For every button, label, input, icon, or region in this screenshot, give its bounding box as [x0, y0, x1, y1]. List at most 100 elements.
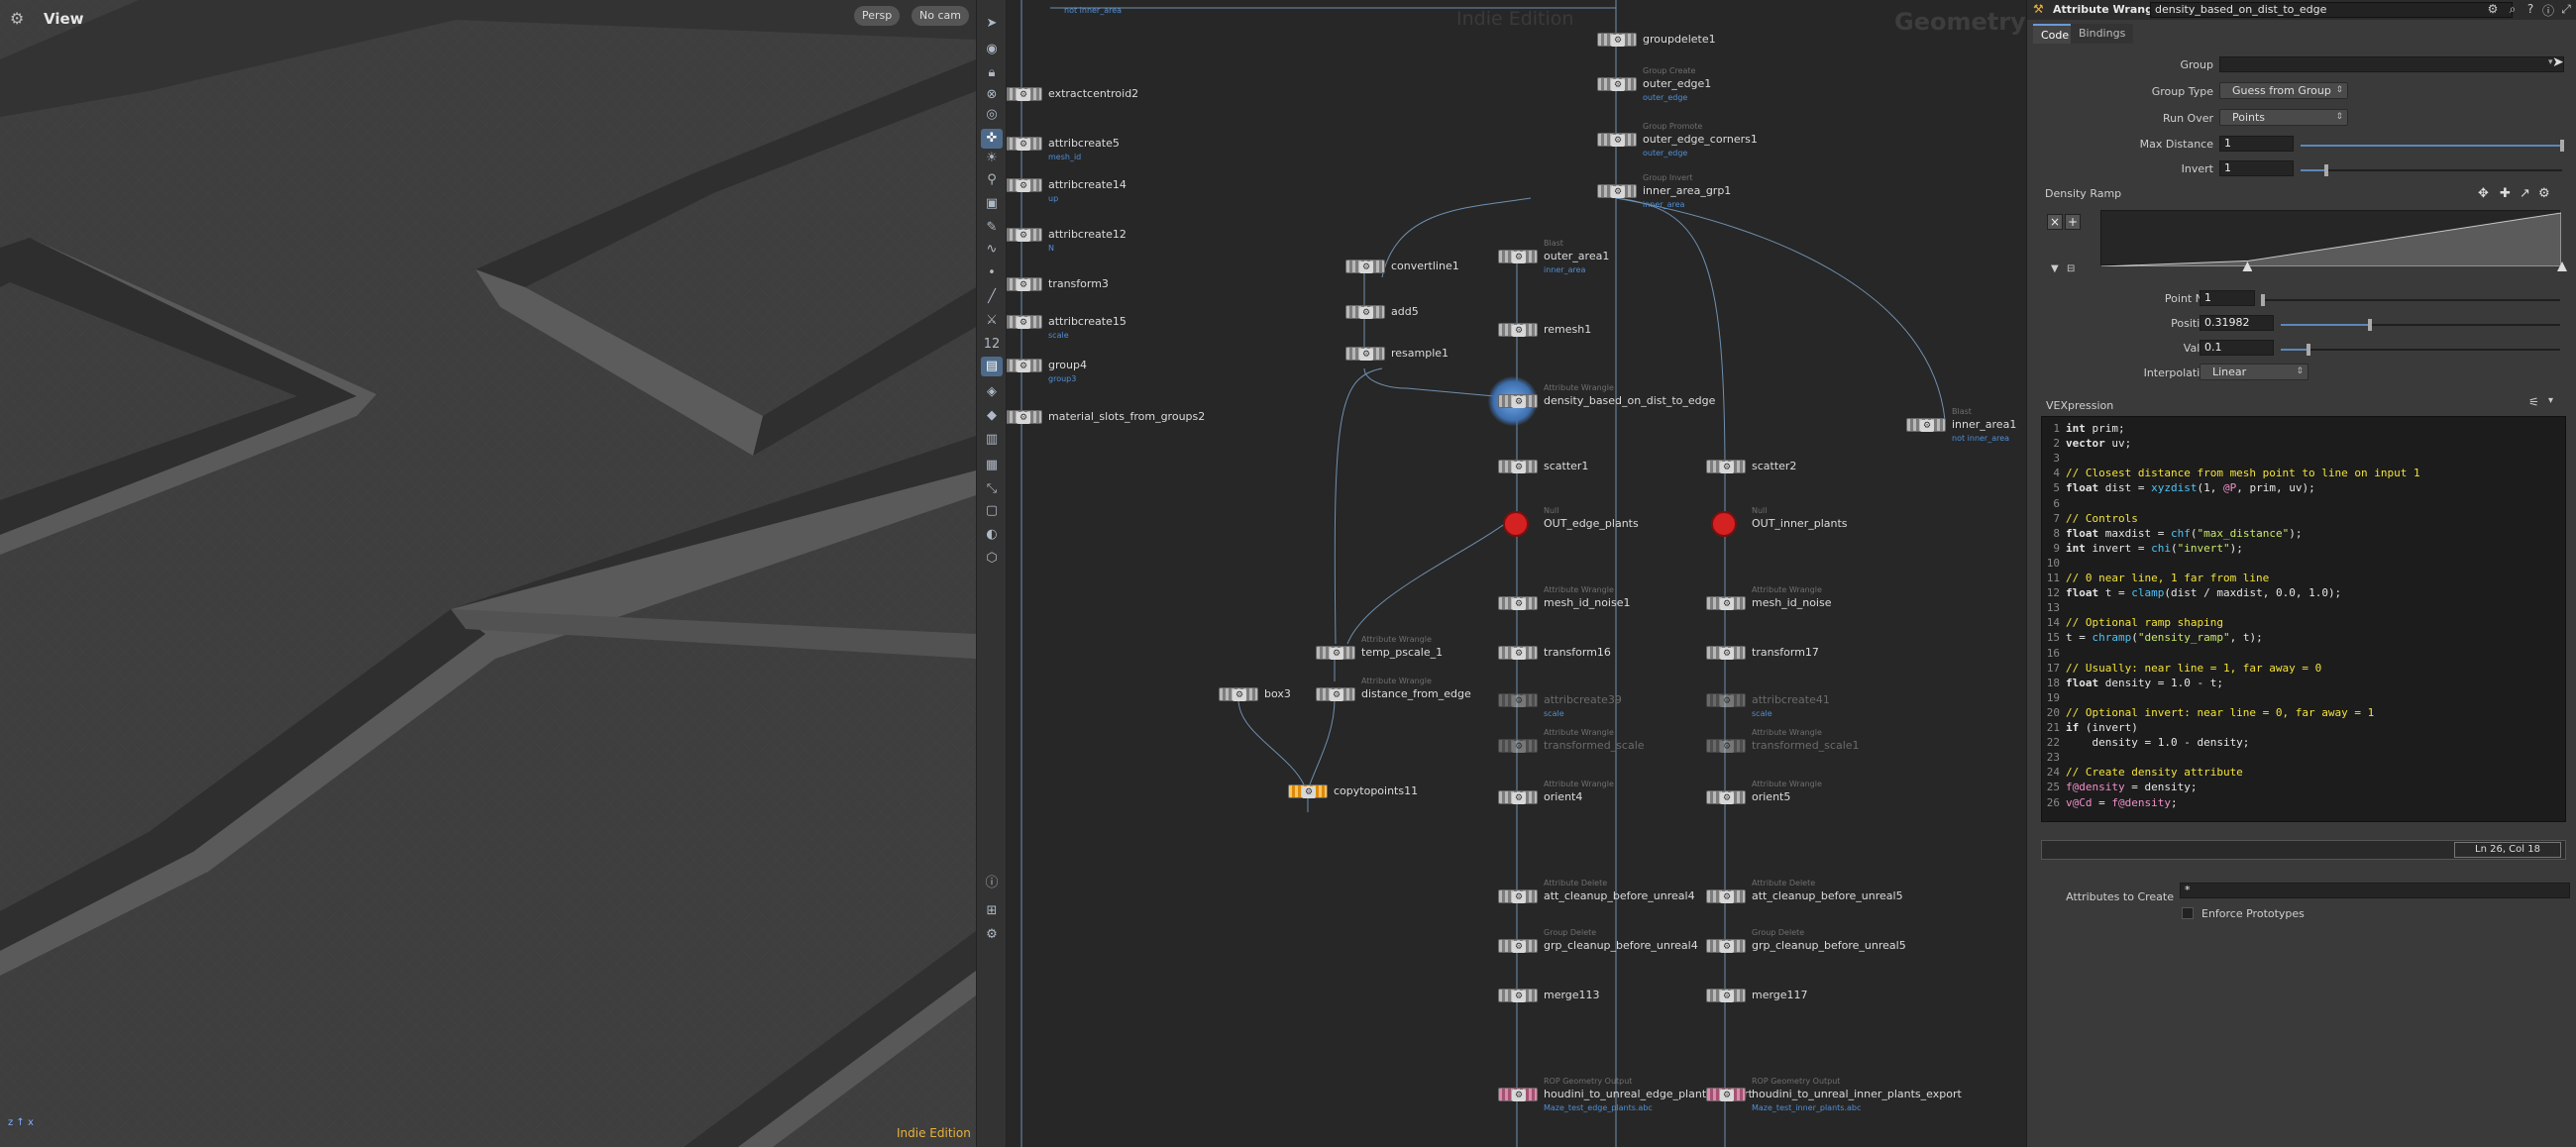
code-line[interactable]: 23: [2042, 750, 2565, 765]
select-icon[interactable]: ➤: [981, 14, 1003, 34]
node-body[interactable]: ⚙: [1345, 305, 1385, 319]
node-body[interactable]: ⚙: [1007, 137, 1042, 151]
attributes-to-create-field[interactable]: *: [2180, 883, 2570, 898]
ramp-link-icon[interactable]: ⊟: [2067, 263, 2075, 274]
light-icon[interactable]: ☀: [981, 149, 1003, 168]
node-body[interactable]: ⚙: [1007, 315, 1042, 329]
position-slider[interactable]: [2281, 319, 2560, 331]
code-line[interactable]: 18 float density = 1.0 - t;: [2042, 676, 2565, 690]
node-body[interactable]: ⚙: [1498, 939, 1538, 953]
path-icon[interactable]: ⤡: [981, 479, 1003, 499]
pivot-icon[interactable]: ✜: [981, 129, 1003, 149]
code-line[interactable]: 12 float t = clamp(dist / maxdist, 0.0, 1…: [2042, 585, 2565, 600]
network-editor[interactable]: Indie Edition Geometry not inner_area ⚙ e…: [1007, 0, 2026, 1147]
code-line[interactable]: 25 f@density = density;: [2042, 780, 2565, 794]
code-line[interactable]: 8 float maxdist = chf("max_distance");: [2042, 526, 2565, 541]
viewport-menu-icon[interactable]: ⚙: [10, 9, 34, 31]
code-line[interactable]: 6: [2042, 496, 2565, 511]
viewport-scene[interactable]: [0, 0, 976, 1147]
invert-slider[interactable]: [2301, 164, 2562, 176]
node-body[interactable]: ⚙: [1316, 646, 1355, 660]
node-body[interactable]: ⚙: [1706, 460, 1746, 473]
enforce-prototypes-checkbox[interactable]: [2182, 907, 2194, 919]
code-line[interactable]: 15 t = chramp("density_ramp", t);: [2042, 630, 2565, 645]
code-line[interactable]: 14 // Optional ramp shaping: [2042, 615, 2565, 630]
node-body[interactable]: ⚙: [1498, 739, 1538, 753]
code-line[interactable]: 22 density = 1.0 - density;: [2042, 735, 2565, 750]
node-body[interactable]: ⚙: [1498, 596, 1538, 610]
lock-icon[interactable]: 🔒︎: [981, 63, 1003, 83]
ramp-add-button[interactable]: +: [2065, 214, 2081, 230]
node-body[interactable]: ⚙: [1498, 250, 1538, 263]
code-line[interactable]: 13: [2042, 600, 2565, 615]
render-icon[interactable]: ◆: [981, 406, 1003, 426]
node-body[interactable]: ⚙: [1007, 359, 1042, 372]
search-icon[interactable]: ⌕: [2505, 2, 2521, 18]
node-body[interactable]: ⚙: [1498, 693, 1538, 707]
run-over-menu[interactable]: Points: [2219, 109, 2348, 126]
vex-menu-icon[interactable]: ▾: [2548, 395, 2553, 406]
gear-icon[interactable]: ⚙: [2485, 2, 2501, 18]
node-body[interactable]: ⚙: [1706, 693, 1746, 707]
mesh-icon[interactable]: ⬡: [981, 549, 1003, 569]
select-arrow-icon[interactable]: ➤: [2552, 54, 2564, 70]
vex-code-editor[interactable]: 1 int prim; 2 vector uv; 3 4 // Closest distan…: [2041, 416, 2566, 822]
number-icon[interactable]: 12: [981, 335, 1003, 355]
group-type-menu[interactable]: Guess from Group: [2219, 82, 2348, 99]
code-line[interactable]: 7 // Controls: [2042, 511, 2565, 526]
node-body[interactable]: ⚙: [1706, 646, 1746, 660]
node-body[interactable]: ⚙: [1906, 418, 1946, 432]
box-icon[interactable]: ▤: [981, 357, 1003, 376]
node-body[interactable]: ⚙: [1706, 596, 1746, 610]
code-line[interactable]: 24 // Create density attribute: [2042, 765, 2565, 780]
max-distance-slider[interactable]: [2301, 140, 2564, 152]
node-name-field[interactable]: density_based_on_dist_to_edge: [2150, 2, 2513, 18]
code-line[interactable]: 2 vector uv;: [2042, 436, 2565, 451]
info-icon[interactable]: ⓘ: [2540, 2, 2556, 18]
node-body[interactable]: ⚙: [1706, 889, 1746, 903]
node-body[interactable]: ⚙: [1498, 889, 1538, 903]
code-line[interactable]: 19: [2042, 690, 2565, 705]
pane-icon[interactable]: ⊞: [981, 901, 1003, 921]
node-body[interactable]: ⚙: [1597, 77, 1637, 91]
node-body[interactable]: ⚙: [1498, 323, 1538, 337]
code-line[interactable]: 16: [2042, 646, 2565, 661]
expand-icon[interactable]: ⤢: [2558, 2, 2574, 18]
code-line[interactable]: 10: [2042, 556, 2565, 571]
tumble-icon[interactable]: ◎: [981, 105, 1003, 125]
scene-viewport[interactable]: ⚙ View Persp No cam Indie Edition z ↑ x: [0, 0, 976, 1147]
node-body[interactable]: ⚙: [1498, 1088, 1538, 1101]
layer-icon[interactable]: ▥: [981, 430, 1003, 450]
invert-field[interactable]: 1: [2219, 160, 2294, 176]
code-line[interactable]: 9 int invert = chi("invert");: [2042, 541, 2565, 556]
node-body[interactable]: ⚙: [1706, 790, 1746, 804]
node-body[interactable]: ⚙: [1597, 33, 1637, 47]
node-body[interactable]: ⚙: [1007, 228, 1042, 242]
camera-menu[interactable]: No cam: [912, 6, 969, 26]
node-body[interactable]: ⚙: [1706, 989, 1746, 1002]
point-icon[interactable]: •: [981, 263, 1003, 283]
perspective-menu[interactable]: Persp: [854, 6, 901, 26]
edge-icon[interactable]: ╱: [981, 287, 1003, 307]
brush-icon[interactable]: ✎: [981, 218, 1003, 238]
ramp-delete-button[interactable]: ×: [2047, 214, 2063, 230]
view-icon[interactable]: ◉: [981, 40, 1003, 59]
position-field[interactable]: 0.31982: [2200, 315, 2274, 331]
node-body[interactable]: ⚙: [1706, 1088, 1746, 1101]
ramp-gear-icon[interactable]: ⚙: [2538, 186, 2550, 201]
code-line[interactable]: 20 // Optional invert: near line = 0, far…: [2042, 705, 2565, 720]
node-body[interactable]: ⚙: [1007, 87, 1042, 101]
snap-icon[interactable]: ⊗: [981, 85, 1003, 105]
point-no-slider[interactable]: [2261, 294, 2560, 306]
code-line[interactable]: 1 int prim;: [2042, 421, 2565, 436]
node-body[interactable]: ⚙: [1706, 939, 1746, 953]
code-line[interactable]: 26 v@Cd = f@density;: [2042, 795, 2565, 810]
code-line[interactable]: 17 // Usually: near line = 1, far away = …: [2042, 661, 2565, 676]
value-field[interactable]: 0.1: [2200, 340, 2274, 356]
settings-icon[interactable]: ⚙: [981, 925, 1003, 945]
node-body[interactable]: ⚙: [1007, 178, 1042, 192]
node-body[interactable]: ⚙: [1498, 989, 1538, 1002]
tab-bindings[interactable]: Bindings: [2071, 24, 2134, 44]
code-line[interactable]: 3: [2042, 451, 2565, 466]
node-body[interactable]: ⚙: [1345, 260, 1385, 273]
